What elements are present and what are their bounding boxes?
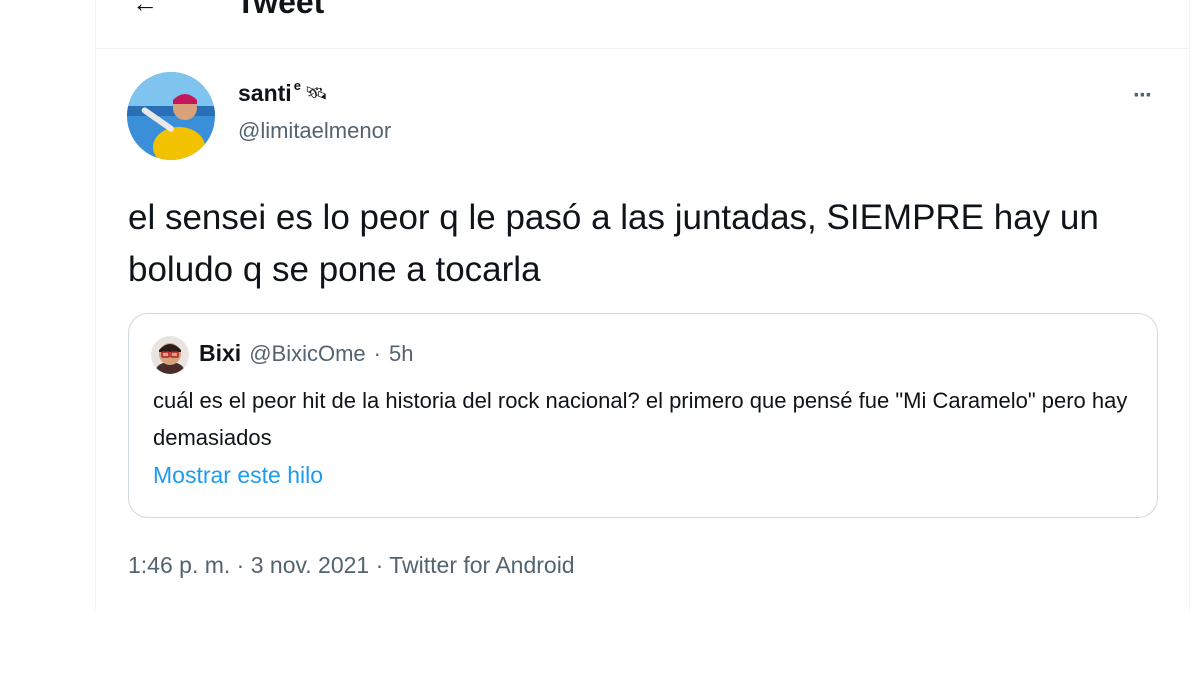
tweet-timestamp[interactable]: 1:46 p. m. · 3 nov. 2021 · Twitter for A… — [128, 552, 575, 579]
author-name-row[interactable]: santi e 🛰 — [238, 78, 328, 107]
author-handle[interactable]: @limitaelmenor — [238, 118, 391, 144]
show-thread-link[interactable]: Mostrar este hilo — [153, 462, 323, 489]
quoted-tweet-header: Bixi @BixicOme · 5h — [199, 340, 413, 367]
quoted-avatar-image — [151, 336, 189, 374]
tweet-detail-column: ← Tweet santi e 🛰 @limitaelmenor ··· el … — [95, 0, 1190, 610]
tweet-text: el sensei es lo peor q le pasó a las jun… — [128, 198, 1099, 289]
author-display-name[interactable]: santi — [238, 80, 292, 107]
quoted-author-avatar[interactable] — [151, 336, 189, 374]
author-avatar-image — [127, 72, 215, 160]
quoted-tweet-time: 5h — [388, 341, 414, 366]
satellite-icon: 🛰 — [304, 83, 328, 103]
author-name-superscript: e — [293, 78, 301, 93]
meta-separator: · — [373, 341, 381, 366]
page-header: ← Tweet — [96, 0, 1189, 49]
quoted-author-handle: @BixicOme — [249, 341, 366, 366]
arrow-left-icon[interactable]: ← — [132, 0, 158, 19]
quoted-tweet-text: cuál es el peor hit de la historia del r… — [153, 388, 1128, 450]
page-title: Tweet — [236, 0, 325, 20]
quoted-author-name: Bixi — [199, 340, 242, 366]
more-horizontal-icon[interactable]: ··· — [1125, 82, 1159, 110]
quoted-tweet-card[interactable]: Bixi @BixicOme · 5h cuál es el peor hit … — [128, 313, 1158, 518]
author-avatar[interactable] — [127, 72, 215, 160]
